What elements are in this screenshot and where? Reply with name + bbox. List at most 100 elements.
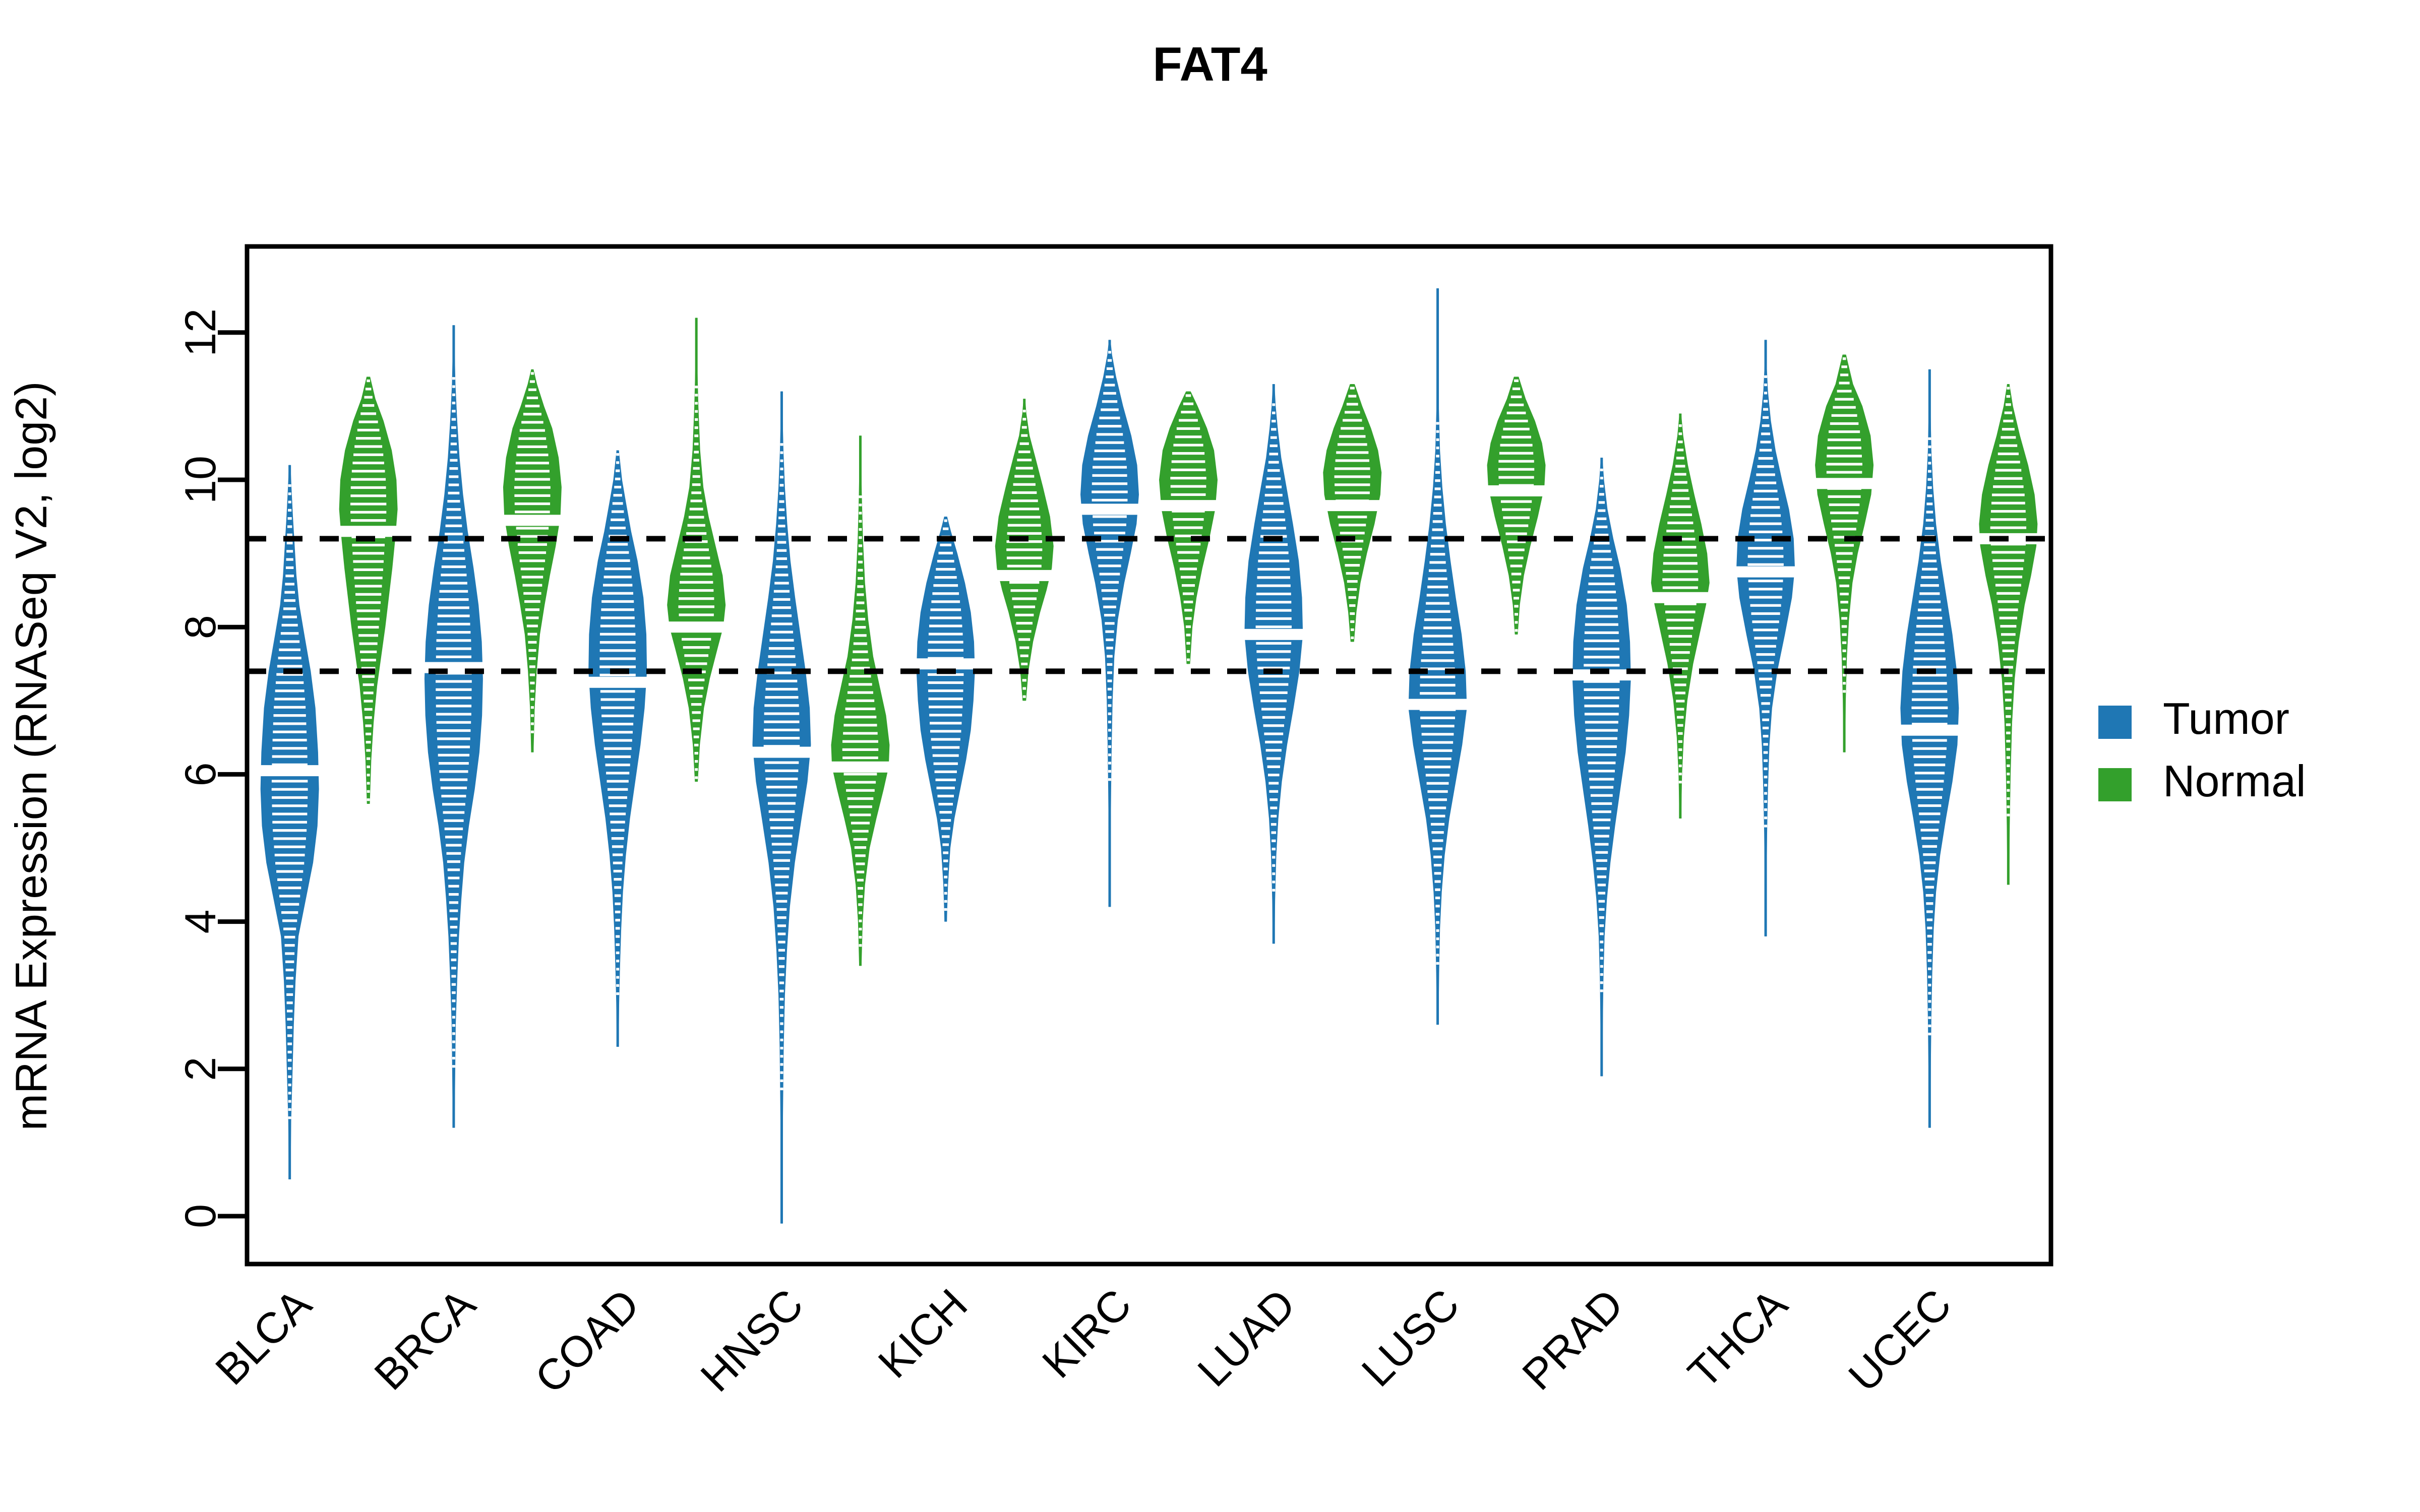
observation-strip [1171,493,1206,496]
observation-strip [448,483,459,486]
observation-strip [1927,486,1932,489]
observation-strip [694,434,699,437]
observation-strip [1912,682,1947,685]
observation-strip [1350,628,1354,632]
observation-strip [288,484,291,487]
observation-strip [1752,620,1779,623]
observation-strip [1915,780,1944,783]
observation-strip [776,549,787,552]
observation-strip [768,810,795,813]
observation-strip [859,528,862,531]
observation-strip [1093,515,1127,518]
beanplot-svg: FAT4 mRNA Expression (RNASeq V2, log2) 0… [0,0,2420,1512]
observation-strip [1435,463,1440,466]
observation-strip [1428,798,1447,801]
observation-strip [273,837,306,840]
observation-strip [1831,414,1857,417]
observation-strip [1107,359,1112,362]
observation-strip [1259,683,1289,686]
observation-strip [1590,566,1613,569]
observation-strip [1914,649,1945,652]
observation-strip [1751,612,1780,615]
observation-strip [283,607,296,610]
observation-strip [1103,392,1116,395]
observation-strip [1269,444,1278,448]
observation-strip [445,532,463,536]
observation-strip [1435,471,1440,474]
observation-strip [286,541,293,545]
observation-strip [1600,973,1603,976]
legend-swatch-tumor[interactable] [2098,706,2132,739]
observation-strip [1921,837,1938,840]
observation-strip [1498,460,1534,463]
observation-strip [280,632,299,635]
observation-strip [1107,679,1112,682]
observation-strip [441,565,466,569]
observation-strip [1999,608,2018,611]
observation-strip [944,884,947,887]
observation-strip [601,706,635,709]
observation-strip [1179,419,1198,422]
observation-strip [514,478,550,481]
observation-strip [1841,609,1848,612]
observation-strip [284,591,295,594]
observation-strip [603,576,632,579]
observation-strip [1272,880,1276,884]
observation-strip [2007,797,2010,800]
observation-strip [1421,733,1454,736]
observation-strip [1348,395,1357,398]
observation-strip [1926,910,1933,913]
observation-strip [367,380,370,383]
observation-strip [1174,526,1203,529]
observation-strip [1759,677,1773,680]
legend-swatch-normal[interactable] [2098,768,2132,801]
observation-strip [1841,617,1848,620]
observation-strip [615,477,621,480]
observation-strip [276,870,304,873]
observation-strip [1595,851,1608,854]
observation-strip [1836,552,1853,555]
observation-strip [1181,584,1195,587]
observation-strip [1185,617,1192,620]
observation-strip [1672,489,1688,492]
observation-strip [613,853,623,856]
observation-strip [523,413,541,416]
observation-strip [1911,706,1948,709]
observation-strip [1173,518,1204,521]
observation-strip [1515,621,1518,624]
observation-strip [684,548,709,551]
observation-strip [1261,527,1286,530]
observation-strip [768,655,796,658]
observation-strip [1433,503,1442,507]
observation-strip [1515,613,1519,616]
observation-strip [613,861,623,864]
observation-strip [1913,665,1947,669]
observation-strip [938,551,953,554]
observation-strip [1350,612,1355,615]
observation-strip [2004,682,2012,685]
observation-strip [1677,449,1684,452]
observation-strip [851,822,870,825]
observation-strip [285,968,294,972]
observation-strip [1748,547,1784,550]
observation-strip [1918,608,1942,611]
observation-strip [283,927,296,930]
observation-strip [943,867,948,870]
observation-strip [1256,609,1292,612]
observation-strip [599,657,636,660]
observation-strip [609,804,627,807]
observation-strip [933,584,958,587]
observation-strip [857,887,863,890]
observation-strip [1678,756,1682,760]
observation-strip [1912,739,1947,742]
observation-strip [288,1108,291,1111]
median-line [1487,485,1545,496]
observation-strip [599,633,636,636]
observation-strip [1255,625,1292,628]
observation-strip [1508,548,1525,551]
observation-strip [1429,806,1446,809]
observation-strip [528,388,536,391]
observation-strip [695,410,698,413]
observation-strip [1753,628,1778,632]
observation-strip [1827,447,1861,450]
